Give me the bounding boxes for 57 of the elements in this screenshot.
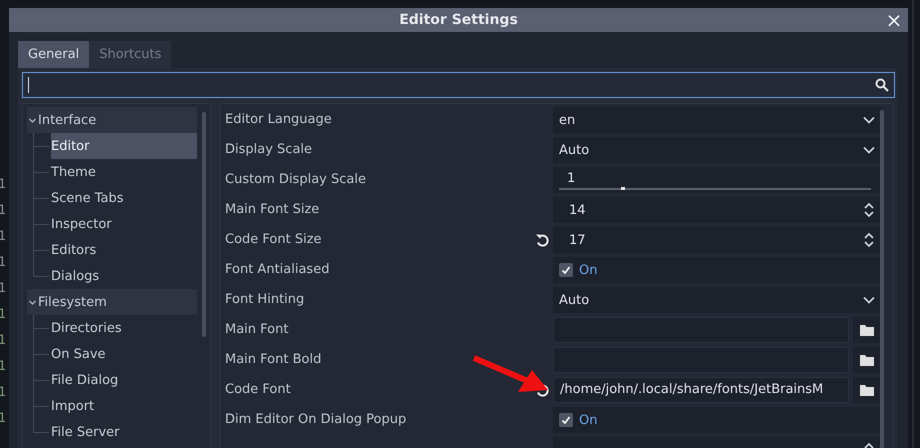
- spin-box[interactable]: 17: [553, 227, 881, 253]
- revert-icon[interactable]: [535, 233, 549, 247]
- folder-icon: [860, 384, 874, 396]
- tree-item[interactable]: Directories: [51, 315, 197, 341]
- tree-item[interactable]: Inspector: [51, 211, 197, 237]
- dropdown[interactable]: Auto: [553, 137, 881, 163]
- browse-button[interactable]: [853, 317, 881, 343]
- spin-box[interactable]: 14: [553, 197, 881, 223]
- property-label: Custom Display Scale: [224, 171, 367, 189]
- property-label: Editor Language: [224, 111, 333, 129]
- property-label: Main Font Bold: [224, 351, 322, 369]
- tree-item[interactable]: Editors: [51, 237, 197, 263]
- browse-button[interactable]: [853, 347, 881, 373]
- spin-arrows-icon[interactable]: [863, 232, 875, 248]
- checkbox-field: On: [553, 257, 881, 283]
- property-label: Font Hinting: [224, 291, 306, 309]
- spin-arrows-icon[interactable]: [863, 202, 875, 218]
- tree-item[interactable]: Theme: [51, 159, 197, 185]
- tab[interactable]: General: [18, 41, 90, 68]
- caret-icon: [28, 116, 37, 124]
- tree-section[interactable]: Filesystem: [27, 289, 197, 315]
- tree-item[interactable]: Dialogs: [51, 263, 197, 289]
- tree-item[interactable]: Scene Tabs: [51, 185, 197, 211]
- property-label: Code Font Size: [224, 231, 323, 249]
- tree-item[interactable]: Import: [51, 393, 197, 419]
- folder-icon: [860, 354, 874, 366]
- folder-icon: [860, 324, 874, 336]
- slider-thumb[interactable]: [621, 187, 626, 190]
- dropdown[interactable]: Auto: [553, 287, 881, 313]
- tree-item[interactable]: File Server: [51, 419, 197, 445]
- tree-section[interactable]: Interface: [27, 107, 197, 133]
- window-title: Editor Settings: [399, 12, 518, 28]
- scrollbar[interactable]: [202, 112, 206, 337]
- property-label: Dim Editor On Dialog Popup: [224, 411, 408, 429]
- dropdown[interactable]: en: [553, 107, 881, 133]
- path-field[interactable]: /home/john/.local/share/fonts/JetBrainsM: [553, 377, 849, 403]
- search-field[interactable]: [22, 72, 895, 98]
- browse-button[interactable]: [853, 377, 881, 403]
- property-label: Code Font: [224, 381, 292, 399]
- checkbox[interactable]: [559, 413, 573, 427]
- property-label: Display Scale: [224, 141, 314, 159]
- tree-item[interactable]: Editor: [51, 133, 197, 159]
- property-label: Font Antialiased: [224, 261, 330, 279]
- chevron-down-icon: [863, 296, 875, 304]
- chevron-down-icon: [863, 116, 875, 124]
- scrollbar[interactable]: [880, 110, 884, 448]
- tree-item[interactable]: File Dialog: [51, 367, 197, 393]
- checkbox[interactable]: [559, 263, 573, 277]
- chevron-down-icon: [863, 146, 875, 154]
- tree-item[interactable]: On Save: [51, 341, 197, 367]
- checkbox-field: On: [553, 407, 881, 433]
- search-icon: [875, 78, 889, 92]
- close-button[interactable]: ×: [884, 8, 904, 32]
- property-label: Main Font: [224, 321, 290, 339]
- slider-field[interactable]: 1: [553, 167, 881, 193]
- property-label: Main Font Size: [224, 201, 320, 219]
- caret-icon: [28, 298, 37, 306]
